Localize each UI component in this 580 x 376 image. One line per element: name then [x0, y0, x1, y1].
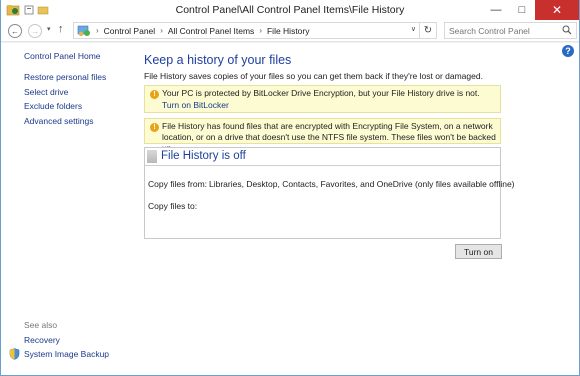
breadcrumb-separator: ›	[96, 26, 99, 35]
search-box[interactable]	[444, 22, 577, 39]
forward-button[interactable]: →	[28, 24, 42, 38]
sidebar-item-advanced-settings[interactable]: Advanced settings	[24, 116, 93, 126]
shield-icon	[9, 348, 20, 360]
address-bar[interactable]: › Control Panel › All Control Panel Item…	[73, 22, 437, 39]
up-button[interactable]: ↑	[58, 23, 64, 35]
sidebar-item-recovery[interactable]: Recovery	[24, 335, 60, 345]
bitlocker-notice: ! Your PC is protected by BitLocker Driv…	[144, 85, 501, 113]
help-icon[interactable]: ?	[562, 45, 574, 57]
info-icon: !	[150, 90, 159, 99]
status-panel: File History is off Copy files from: Lib…	[144, 147, 515, 239]
status-title: File History is off	[161, 150, 246, 162]
control-panel-icon	[77, 25, 90, 36]
breadcrumb-separator: ›	[259, 26, 262, 35]
turn-on-bitlocker-link[interactable]: Turn on BitLocker	[162, 100, 229, 111]
see-also-heading: See also	[24, 320, 58, 330]
copy-from-value: Libraries, Desktop, Contacts, Favorites,…	[209, 179, 515, 189]
maximize-button[interactable]: □	[511, 0, 533, 20]
efs-notice: ! File History has found files that are …	[144, 118, 501, 153]
sidebar-item-home[interactable]: Control Panel Home	[24, 51, 101, 61]
close-button[interactable]: ✕	[535, 0, 579, 20]
copy-from-label: Copy files from:	[148, 179, 208, 189]
page-title: Keep a history of your files	[144, 53, 292, 67]
info-icon: !	[150, 123, 159, 132]
refresh-icon[interactable]: ↻	[419, 22, 436, 39]
status-bar-indicator	[147, 150, 157, 163]
breadcrumb-control-panel[interactable]: Control Panel	[104, 26, 156, 36]
minimize-button[interactable]: —	[485, 0, 507, 20]
file-history-window: Control Panel\All Control Panel Items\Fi…	[0, 0, 580, 376]
sidebar-item-select-drive[interactable]: Select drive	[24, 87, 68, 97]
bitlocker-notice-text: Your PC is protected by BitLocker Drive …	[162, 88, 480, 98]
address-dropdown-icon[interactable]: ∨	[411, 25, 416, 33]
main-content: ? Keep a history of your files File Hist…	[133, 43, 579, 375]
sidebar-item-restore[interactable]: Restore personal files	[24, 72, 106, 82]
copy-to-label: Copy files to:	[148, 201, 198, 211]
breadcrumb-separator: ›	[160, 26, 163, 35]
sidebar-item-system-image-backup[interactable]: System Image Backup	[24, 349, 109, 359]
title-bar[interactable]: Control Panel\All Control Panel Items\Fi…	[1, 0, 579, 20]
navigation-bar: ← → ▾ ↑ › Control Panel › All Control Pa…	[1, 20, 579, 42]
status-header: File History is off	[145, 148, 500, 166]
sidebar-item-exclude-folders[interactable]: Exclude folders	[24, 101, 82, 111]
intro-text: File History saves copies of your files …	[144, 71, 483, 81]
turn-on-button[interactable]: Turn on	[455, 244, 502, 259]
search-input[interactable]	[449, 23, 561, 38]
search-icon[interactable]	[562, 25, 572, 35]
breadcrumb-file-history[interactable]: File History	[267, 26, 310, 36]
breadcrumb-all-items[interactable]: All Control Panel Items	[168, 26, 254, 36]
recent-locations-button[interactable]: ▾	[47, 25, 51, 33]
sidebar: Control Panel Home Restore personal file…	[1, 43, 133, 375]
back-button[interactable]: ←	[8, 24, 22, 38]
